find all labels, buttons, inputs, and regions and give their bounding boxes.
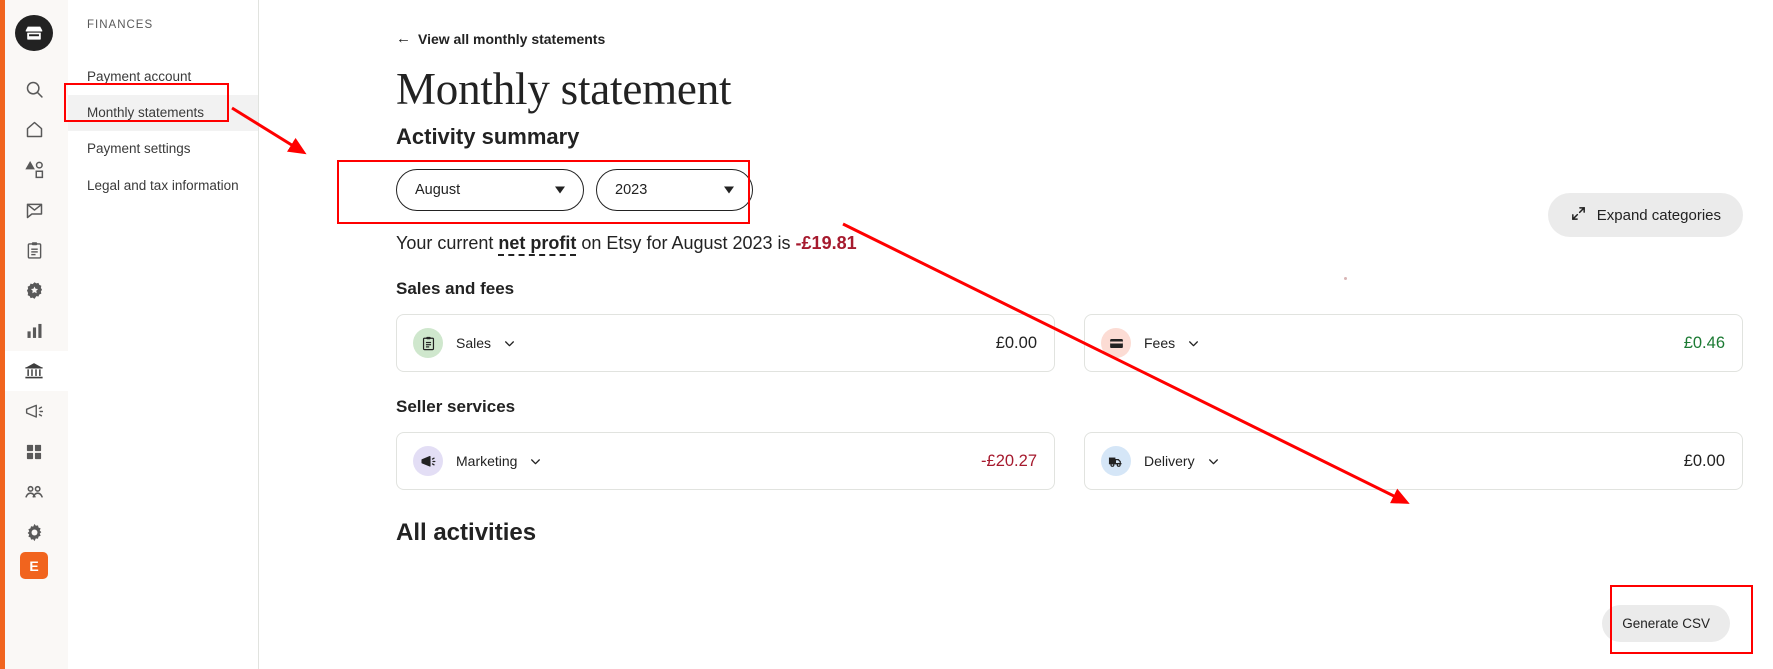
net-profit-prefix: Your current <box>396 233 499 254</box>
back-link-label: View all monthly statements <box>418 30 606 47</box>
net-profit-value: -£19.81 <box>795 233 857 254</box>
category-label-fees: Fees <box>1144 335 1176 352</box>
rail-finances-bank-icon[interactable] <box>0 351 68 392</box>
finances-sidebar: FINANCES Payment account Monthly stateme… <box>68 0 259 669</box>
rail-messages-icon[interactable] <box>0 190 68 230</box>
category-amount-delivery: £0.00 <box>1683 451 1725 470</box>
category-card-marketing[interactable]: Marketing -£20.27 <box>396 432 1055 491</box>
expand-categories-button[interactable]: Expand categories <box>1547 193 1743 237</box>
category-card-sales[interactable]: Sales £0.00 <box>396 314 1055 373</box>
truck-icon <box>1101 446 1131 477</box>
brand-accent-strip <box>0 0 5 669</box>
sidebar-item-payment-account[interactable]: Payment account <box>68 59 258 95</box>
chevron-down-icon[interactable] <box>529 455 542 468</box>
rail-settings-gear-icon[interactable] <box>0 512 68 552</box>
seller-services-card-row: Marketing -£20.27 Delivery £0.00 <box>396 432 1743 491</box>
year-select-value: 2023 <box>615 182 648 199</box>
chevron-down-icon[interactable] <box>1187 337 1200 350</box>
sidebar-heading: FINANCES <box>87 19 154 31</box>
chevron-down-icon[interactable] <box>503 337 516 350</box>
expand-categories-label: Expand categories <box>1596 206 1721 224</box>
category-amount-marketing: -£20.27 <box>981 451 1037 470</box>
sidebar-item-payment-settings[interactable]: Payment settings <box>68 131 258 167</box>
rail-listings-icon[interactable] <box>0 150 68 190</box>
category-card-fees[interactable]: Fees £0.46 <box>1084 314 1743 373</box>
back-to-all-statements-link[interactable]: ← View all monthly statements <box>396 30 605 47</box>
monthly-statement-page: ← View all monthly statements Monthly st… <box>259 0 1773 669</box>
group-title-seller-services: Seller services <box>396 397 516 417</box>
rail-integrations-grid-icon[interactable] <box>0 432 68 472</box>
rail-home-icon[interactable] <box>0 110 68 150</box>
all-activities-title: All activities <box>396 519 537 547</box>
category-card-delivery[interactable]: Delivery £0.00 <box>1084 432 1743 491</box>
rail-star-seller-icon[interactable] <box>0 271 68 311</box>
month-select-value: August <box>415 182 461 199</box>
category-label-sales: Sales <box>456 335 492 352</box>
etsy-shop-manager-window: E FINANCES Payment account Monthly state… <box>0 0 1773 669</box>
category-label-delivery: Delivery <box>1144 453 1195 470</box>
rail-orders-icon[interactable] <box>0 230 68 270</box>
clipboard-icon <box>413 328 443 359</box>
credit-card-icon <box>1101 328 1131 359</box>
rail-stats-icon[interactable] <box>0 311 68 351</box>
decorative-dot <box>1344 277 1347 280</box>
category-amount-sales: £0.00 <box>995 333 1037 352</box>
activity-summary-title: Activity summary <box>396 124 580 150</box>
avatar[interactable]: E <box>20 552 48 580</box>
date-filter-row: August 2023 <box>396 169 1743 212</box>
category-amount-fees: £0.46 <box>1683 333 1725 352</box>
net-profit-statement: Your current net profit on Etsy for Augu… <box>396 233 1743 257</box>
megaphone-icon <box>413 446 443 477</box>
etsy-shop-icon[interactable] <box>15 15 53 52</box>
primary-icon-rail: E <box>0 0 68 669</box>
rail-search-icon[interactable] <box>0 69 68 109</box>
sidebar-item-legal-and-tax-information[interactable]: Legal and tax information <box>68 168 258 204</box>
net-profit-middle: on Etsy for August 2023 is <box>576 233 796 254</box>
net-profit-term[interactable]: net profit <box>498 233 577 257</box>
chevron-down-icon[interactable] <box>1207 455 1220 468</box>
rail-community-icon[interactable] <box>0 472 68 512</box>
arrow-left-icon: ← <box>396 30 411 47</box>
expand-arrows-icon <box>1570 205 1587 226</box>
year-select[interactable]: 2023 <box>596 169 753 212</box>
sidebar-item-monthly-statements[interactable]: Monthly statements <box>68 95 258 132</box>
category-label-marketing: Marketing <box>456 453 518 470</box>
generate-csv-button[interactable]: Generate CSV <box>1602 605 1730 642</box>
sales-and-fees-card-row: Sales £0.00 Fees £0.46 <box>396 314 1743 373</box>
group-title-sales-and-fees: Sales and fees <box>396 279 515 299</box>
chevron-down-icon <box>555 186 565 194</box>
sidebar-nav-list: Payment account Monthly statements Payme… <box>68 59 258 204</box>
rail-marketing-megaphone-icon[interactable] <box>0 391 68 431</box>
month-select[interactable]: August <box>396 169 584 212</box>
chevron-down-icon <box>724 186 734 194</box>
page-title: Monthly statement <box>396 64 732 114</box>
